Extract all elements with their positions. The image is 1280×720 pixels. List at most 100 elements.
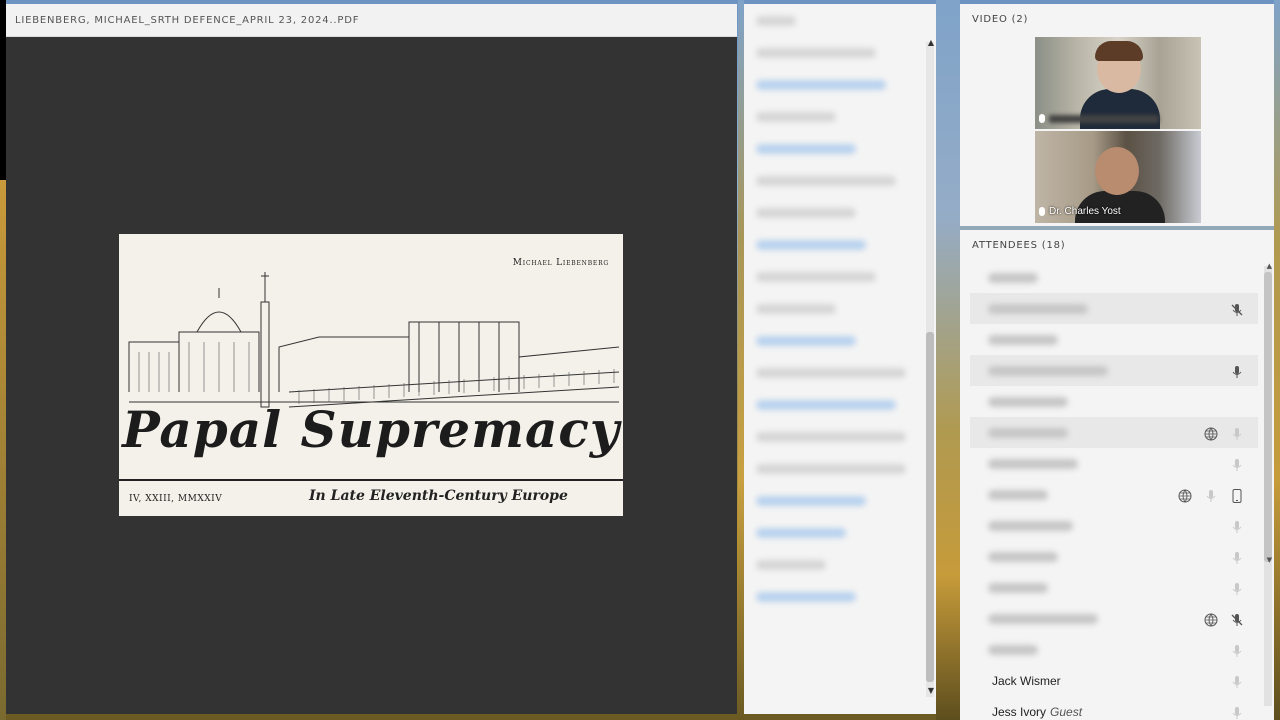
attendee-name-redacted — [988, 582, 1048, 593]
chat-message — [756, 144, 856, 154]
chat-message — [756, 240, 866, 250]
video-feed-name-redacted — [1049, 114, 1159, 123]
mic-icon — [1039, 207, 1045, 216]
attendee-list: Jack Wismer Jess Ivory Guest — [970, 262, 1258, 720]
attendee-row[interactable] — [970, 510, 1258, 541]
attendee-row[interactable] — [970, 355, 1258, 386]
attendee-name-redacted — [988, 427, 1068, 438]
attendee-row[interactable] — [970, 634, 1258, 665]
chat-message — [756, 80, 886, 90]
attendee-row[interactable]: Jess Ivory Guest — [970, 696, 1258, 720]
mic-icon[interactable] — [1230, 519, 1244, 533]
slide-date: IV, XXIII, MMXXIV — [129, 494, 223, 504]
attendee-row[interactable] — [970, 417, 1258, 448]
chat-message — [756, 496, 866, 506]
attendees-scrollbar[interactable] — [1264, 266, 1272, 706]
attendee-name-redacted — [988, 272, 1038, 283]
attendees-scrollbar-thumb[interactable] — [1264, 272, 1272, 562]
mic-icon — [1039, 114, 1045, 123]
attendees-scroll-down-icon[interactable]: ▼ — [1267, 556, 1272, 564]
st-peters-square-illustration — [128, 272, 620, 408]
attendee-row[interactable] — [970, 448, 1258, 479]
attendee-row[interactable] — [970, 293, 1258, 324]
chat-message — [756, 368, 906, 378]
mic-icon[interactable] — [1230, 550, 1244, 564]
attendee-name-redacted — [988, 551, 1058, 562]
attendee-name-redacted — [988, 489, 1048, 500]
chat-message — [756, 272, 876, 282]
attendee-name: Jack Wismer — [992, 673, 1061, 688]
chat-message — [756, 592, 856, 602]
attendee-row[interactable] — [970, 262, 1258, 293]
share-pod: LIEBENBERG, MICHAEL_SRTH DEFENCE_APRIL 2… — [6, 4, 737, 714]
chat-message — [756, 400, 896, 410]
chat-message — [756, 48, 876, 58]
attendee-row[interactable] — [970, 541, 1258, 572]
globe-icon — [1204, 612, 1218, 626]
attendee-guest-tag: Guest — [1050, 704, 1083, 719]
chat-message — [756, 208, 856, 218]
mic-icon[interactable] — [1230, 364, 1244, 378]
phone-icon — [1230, 488, 1244, 503]
video-pod-title: VIDEO (2) — [972, 14, 1029, 25]
chat-message — [756, 112, 836, 122]
attendee-name-redacted — [988, 613, 1098, 624]
attendee-name-redacted — [988, 334, 1058, 345]
mic-icon[interactable] — [1230, 581, 1244, 595]
mic-icon[interactable] — [1230, 705, 1244, 719]
chat-message — [756, 16, 796, 26]
attendees-scroll-up-icon[interactable]: ▲ — [1267, 262, 1272, 270]
chat-message — [756, 432, 906, 442]
attendee-row[interactable] — [970, 603, 1258, 634]
globe-icon — [1178, 488, 1192, 502]
attendee-row[interactable] — [970, 479, 1258, 510]
chat-message — [756, 304, 836, 314]
attendee-row[interactable] — [970, 386, 1258, 417]
attendee-row[interactable]: Jack Wismer — [970, 665, 1258, 696]
attendees-pod: ATTENDEES (18) Jack Wismer Jess Ivory Gu… — [960, 230, 1274, 720]
attendee-name-redacted — [988, 365, 1108, 376]
mic-icon[interactable] — [1230, 457, 1244, 471]
share-pod-title: LIEBENBERG, MICHAEL_SRTH DEFENCE_APRIL 2… — [15, 14, 360, 26]
attendees-pod-title: ATTENDEES (18) — [972, 240, 1066, 251]
chat-scroll-up-icon[interactable]: ▲ — [928, 38, 934, 47]
chat-message — [756, 176, 896, 186]
chat-pod: ▲ ▼ — [744, 4, 936, 714]
chat-message — [756, 336, 856, 346]
chat-scroll-down-icon[interactable]: ▼ — [928, 686, 934, 695]
attendee-name-text: Jess Ivory — [992, 704, 1047, 719]
attendee-name-redacted — [988, 396, 1068, 407]
attendee-name-redacted — [988, 520, 1073, 531]
chat-message — [756, 560, 826, 570]
video-feed-label: Dr. Charles Yost — [1039, 206, 1121, 217]
chat-scrollbar-thumb[interactable] — [926, 332, 934, 682]
attendee-name-redacted — [988, 644, 1038, 655]
presentation-slide: Michael Liebenberg Papal Supremacy IV, X… — [119, 234, 623, 516]
video-feed[interactable]: Dr. Charles Yost — [1035, 131, 1201, 223]
chat-message-list — [756, 16, 916, 624]
mic-icon[interactable] — [1230, 674, 1244, 688]
attendee-name-redacted — [988, 458, 1078, 469]
slide-title: Papal Supremacy — [122, 400, 620, 459]
slide-subtitle: In Late Eleventh-Century Europe — [309, 488, 568, 504]
share-pod-header: LIEBENBERG, MICHAEL_SRTH DEFENCE_APRIL 2… — [6, 4, 737, 37]
video-feed-label — [1039, 114, 1159, 123]
mic-icon[interactable] — [1230, 426, 1244, 440]
chat-scrollbar[interactable] — [926, 42, 934, 697]
participant-image — [1080, 89, 1160, 129]
participant-face — [1095, 147, 1139, 195]
mic-icon[interactable] — [1230, 643, 1244, 657]
mic-muted-icon[interactable] — [1230, 612, 1244, 626]
mic-muted-icon[interactable] — [1230, 302, 1244, 316]
attendee-name-redacted — [988, 303, 1088, 314]
mic-icon[interactable] — [1204, 488, 1218, 502]
video-feed[interactable] — [1035, 37, 1201, 129]
attendee-row[interactable] — [970, 324, 1258, 355]
desktop-background-gap-2 — [936, 0, 960, 720]
participant-hair — [1095, 41, 1143, 61]
video-feed-name: Dr. Charles Yost — [1049, 206, 1121, 217]
attendee-row[interactable] — [970, 572, 1258, 603]
slide-divider — [119, 479, 623, 481]
chat-message — [756, 464, 906, 474]
chat-message — [756, 528, 846, 538]
